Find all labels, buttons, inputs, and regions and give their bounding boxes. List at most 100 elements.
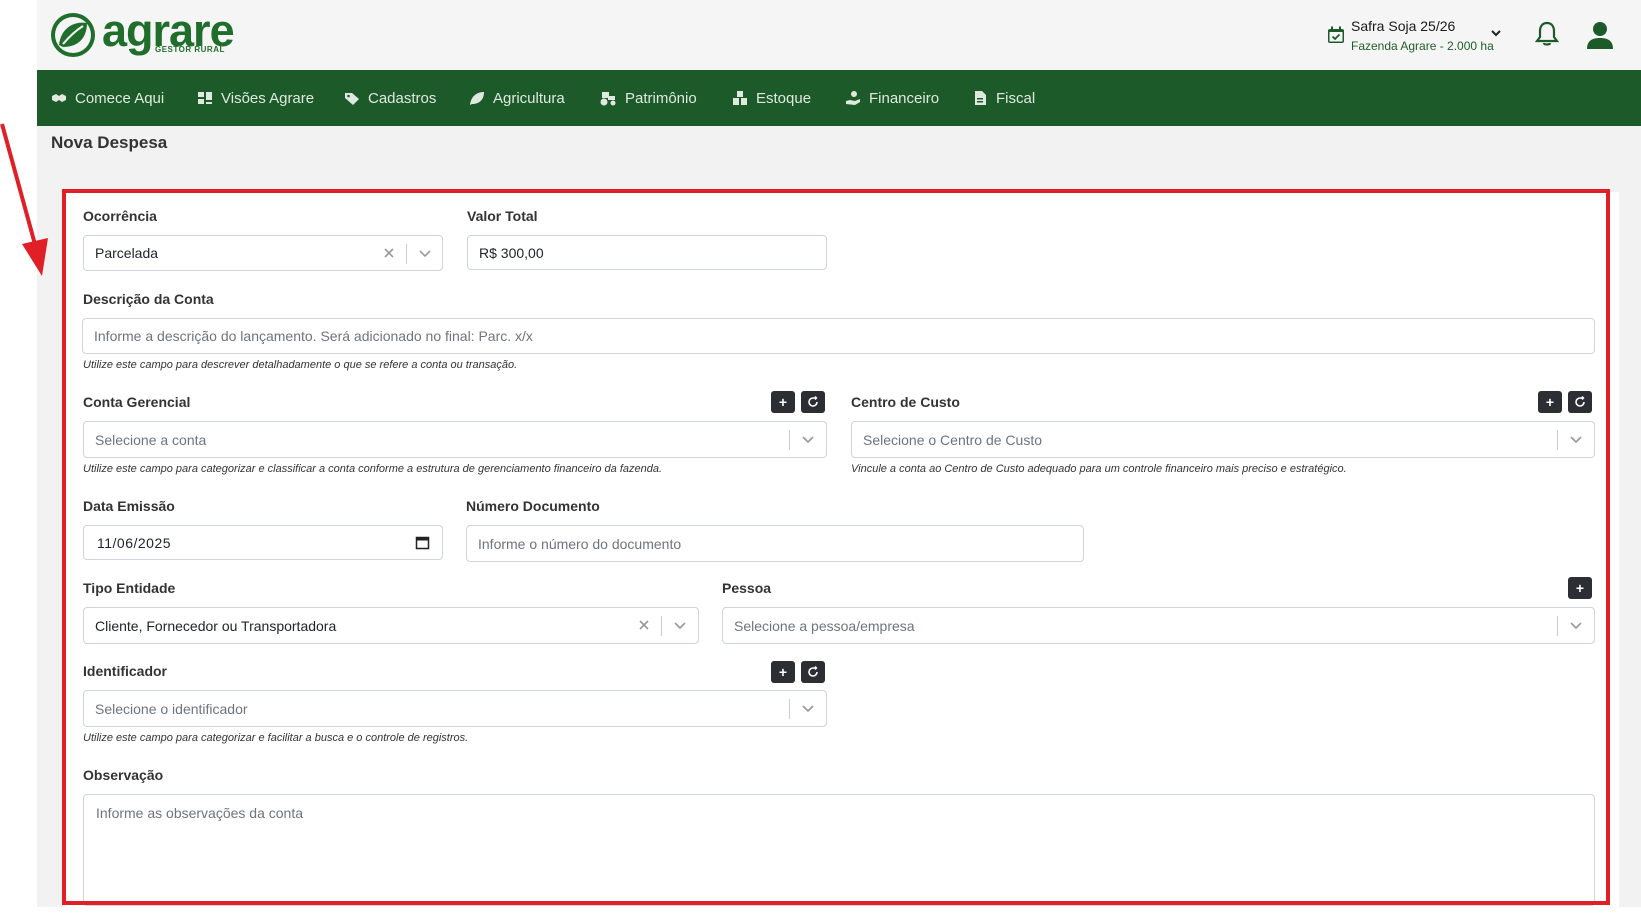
select-separator (789, 430, 790, 450)
tag-icon (345, 93, 359, 105)
tractor-icon (600, 92, 616, 106)
handshake-icon (52, 94, 66, 102)
calendar-check-icon (1328, 26, 1344, 43)
conta-gerencial-label: Conta Gerencial (83, 394, 191, 410)
pessoa-placeholder: Selecione a pessoa/empresa (734, 617, 915, 634)
select-separator (789, 699, 790, 719)
refresh-icon (1575, 396, 1585, 407)
clear-icon[interactable] (635, 616, 653, 634)
leaf-logo-icon (51, 13, 95, 57)
pessoa-select[interactable]: Selecione a pessoa/empresa (722, 607, 1595, 644)
tipo-entidade-value: Cliente, Fornecedor ou Transportadora (95, 617, 337, 634)
data-emissao-value: 11/06/2025 (97, 534, 172, 551)
observacao-placeholder: Informe as observações da conta (96, 805, 304, 821)
descricao-placeholder: Informe a descrição do lançamento. Será … (94, 328, 533, 344)
descricao-hint: Utilize este campo para descrever detalh… (83, 359, 518, 371)
brand-logo[interactable]: agrare GESTOR RURAL (49, 5, 249, 61)
red-arrow-icon (0, 123, 48, 276)
valor-total-value: R$ 300,00 (479, 244, 544, 261)
calendar-icon[interactable] (415, 535, 430, 550)
select-separator (406, 244, 407, 264)
identificador-label: Identificador (83, 663, 168, 679)
season-selector[interactable]: Safra Soja 25/26 Fazenda Agrare - 2.000 … (1327, 14, 1517, 56)
nav-label: Fiscal (996, 89, 1036, 107)
user-avatar-icon[interactable] (1585, 20, 1615, 50)
refresh-identificador-button[interactable] (801, 661, 825, 683)
descricao-input[interactable]: Informe a descrição do lançamento. Será … (82, 318, 1595, 354)
nav-label: Patrimônio (625, 89, 697, 107)
nav-label: Estoque (756, 89, 812, 107)
boxes-icon (733, 91, 747, 105)
numero-documento-label: Número Documento (466, 498, 600, 514)
data-emissao-label: Data Emissão (83, 498, 175, 514)
money-hand-icon (846, 91, 860, 105)
chevron-down-icon[interactable] (672, 617, 688, 633)
nav-label: Comece Aqui (75, 89, 165, 107)
add-identificador-button[interactable]: + (771, 661, 795, 683)
refresh-icon (808, 396, 818, 407)
pessoa-label: Pessoa (722, 580, 772, 596)
chevron-down-icon (1491, 30, 1501, 37)
nav-label: Visões Agrare (221, 89, 315, 107)
main-nav: Comece Aqui Visões Agrare Cadastros Agri… (37, 70, 1641, 126)
centro-custo-placeholder: Selecione o Centro de Custo (863, 431, 1042, 448)
nav-item-patrimonio[interactable]: Patrimônio (599, 70, 697, 126)
select-separator (661, 616, 662, 636)
identificador-select[interactable]: Selecione o identificador (83, 690, 827, 727)
refresh-centro-custo-button[interactable] (1568, 391, 1592, 413)
data-emissao-input[interactable]: 11/06/2025 (83, 525, 443, 560)
identificador-hint: Utilize este campo para categorizar e fa… (83, 732, 469, 744)
numero-documento-input[interactable]: Informe o número do documento (466, 525, 1084, 562)
tipo-entidade-label: Tipo Entidade (83, 580, 176, 596)
observacao-textarea[interactable]: Informe as observações da conta (83, 794, 1595, 906)
top-bar: agrare GESTOR RURAL Safra Soja 25/26 Faz… (37, 0, 1641, 70)
refresh-icon (808, 666, 818, 677)
clear-icon[interactable] (380, 244, 398, 262)
centro-custo-hint: Vincule a conta ao Centro de Custo adequ… (851, 463, 1347, 475)
add-conta-button[interactable]: + (771, 391, 795, 413)
conta-gerencial-select[interactable]: Selecione a conta (83, 421, 827, 458)
numero-documento-placeholder: Informe o número do documento (478, 535, 682, 552)
chevron-down-icon[interactable] (800, 431, 816, 447)
nav-item-financeiro[interactable]: Financeiro (845, 70, 939, 126)
leaf-icon (470, 92, 484, 105)
chevron-down-icon[interactable] (1568, 617, 1584, 633)
add-pessoa-button[interactable]: + (1568, 577, 1592, 599)
valor-total-label: Valor Total (467, 208, 538, 224)
nav-label: Agricultura (493, 89, 565, 107)
valor-total-input[interactable]: R$ 300,00 (467, 235, 827, 270)
chevron-down-icon[interactable] (800, 700, 816, 716)
farm-name: Fazenda Agrare - 2.000 ha (1351, 39, 1494, 53)
ocorrencia-label: Ocorrência (83, 208, 157, 224)
nav-item-agricultura[interactable]: Agricultura (469, 70, 565, 126)
chevron-down-icon[interactable] (1568, 431, 1584, 447)
select-separator (1557, 616, 1558, 636)
page-title: Nova Despesa (51, 133, 168, 152)
observacao-label: Observação (83, 767, 164, 783)
chevron-down-icon[interactable] (417, 245, 433, 261)
select-separator (1557, 430, 1558, 450)
tipo-entidade-select[interactable]: Cliente, Fornecedor ou Transportadora (83, 607, 699, 644)
conta-gerencial-hint: Utilize este campo para categorizar e cl… (83, 463, 663, 475)
centro-custo-select[interactable]: Selecione o Centro de Custo (851, 421, 1595, 458)
nav-item-fiscal[interactable]: Fiscal (972, 70, 1035, 126)
nav-item-comece-aqui[interactable]: Comece Aqui (51, 70, 164, 126)
nav-item-estoque[interactable]: Estoque (732, 70, 811, 126)
descricao-label: Descrição da Conta (83, 291, 214, 307)
add-centro-custo-button[interactable]: + (1538, 391, 1562, 413)
refresh-conta-button[interactable] (801, 391, 825, 413)
season-title: Safra Soja 25/26 (1351, 18, 1456, 34)
conta-gerencial-placeholder: Selecione a conta (95, 431, 207, 448)
file-icon (975, 91, 986, 105)
identificador-placeholder: Selecione o identificador (95, 700, 248, 717)
nav-label: Financeiro (869, 89, 940, 107)
ocorrencia-select[interactable]: Parcelada (83, 235, 443, 271)
dashboard-icon (198, 92, 212, 104)
ocorrencia-value: Parcelada (95, 245, 159, 261)
brand-tagline: GESTOR RURAL (155, 45, 225, 54)
nav-item-cadastros[interactable]: Cadastros (344, 70, 436, 126)
nav-item-visoes-agrare[interactable]: Visões Agrare (197, 70, 314, 126)
nav-label: Cadastros (368, 89, 437, 107)
notification-bell-icon[interactable] (1533, 20, 1561, 48)
centro-custo-label: Centro de Custo (851, 394, 960, 410)
